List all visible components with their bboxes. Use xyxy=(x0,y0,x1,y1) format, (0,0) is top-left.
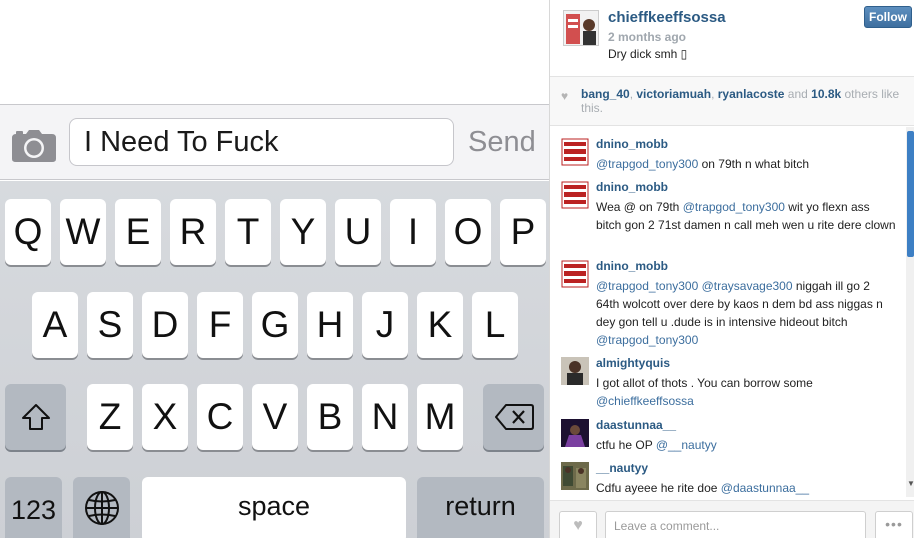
liker-link[interactable]: ryanlacoste xyxy=(718,87,785,101)
key-w[interactable]: W xyxy=(60,199,106,265)
key-v[interactable]: V xyxy=(252,384,298,450)
message-input[interactable]: I Need To Fuck xyxy=(69,118,454,166)
likes-and: and xyxy=(784,87,812,101)
avatar[interactable] xyxy=(561,419,589,447)
comment-bar: ♥ ••• xyxy=(550,500,914,538)
numbers-key[interactable]: 123 xyxy=(5,477,62,538)
key-y[interactable]: Y xyxy=(280,199,326,265)
return-key[interactable]: return xyxy=(417,477,544,538)
comment-username[interactable]: dnino_mobb xyxy=(596,137,668,151)
key-m[interactable]: M xyxy=(417,384,463,450)
camera-icon[interactable] xyxy=(11,129,57,163)
key-d[interactable]: D xyxy=(142,292,188,358)
mention-link[interactable]: @trapgod_tony300 xyxy=(596,279,698,293)
liker-link[interactable]: bang_40 xyxy=(581,87,630,101)
key-h[interactable]: H xyxy=(307,292,353,358)
key-n[interactable]: N xyxy=(362,384,408,450)
comment-username[interactable]: almightyquis xyxy=(596,356,670,370)
comment-text: @trapgod_tony300 on 79th n what bitch xyxy=(596,155,896,173)
key-g[interactable]: G xyxy=(252,292,298,358)
likes-count[interactable]: 10.8k xyxy=(811,87,841,101)
post-caption: Dry dick smh ▯ xyxy=(608,47,688,61)
post-header: chieffkeeffsossa 2 months ago Dry dick s… xyxy=(550,0,914,76)
avatar[interactable] xyxy=(561,260,589,288)
space-key[interactable]: space xyxy=(142,477,406,538)
key-k[interactable]: K xyxy=(417,292,463,358)
scroll-down-arrow-icon[interactable]: ▼ xyxy=(907,479,914,491)
comment-username[interactable]: dnino_mobb xyxy=(596,259,668,273)
mention-link[interactable]: @trapgod_tony300 xyxy=(683,200,785,214)
comment-username[interactable]: dnino_mobb xyxy=(596,180,668,194)
avatar[interactable] xyxy=(563,10,599,46)
mention-link[interactable]: @daastunnaa__ xyxy=(721,481,809,495)
avatar[interactable] xyxy=(561,357,589,385)
post-timestamp: 2 months ago xyxy=(608,30,687,44)
comment-text-part: Cdfu ayeee he rite doe xyxy=(596,481,721,495)
conversation-area xyxy=(0,0,549,105)
liker-link[interactable]: victoriamuah xyxy=(636,87,711,101)
mention-link[interactable]: @trapgod_tony300 xyxy=(596,157,698,171)
comment-input[interactable] xyxy=(605,511,866,538)
heart-icon: ♥ xyxy=(561,89,569,103)
comment-text: I got allot of thots . You can borrow so… xyxy=(596,374,896,410)
owner-username[interactable]: chieffkeeffsossa xyxy=(608,9,726,26)
key-x[interactable]: X xyxy=(142,384,188,450)
comment-username[interactable]: __nautyy xyxy=(596,461,648,475)
heart-icon: ♥ xyxy=(573,517,583,534)
key-t[interactable]: T xyxy=(225,199,271,265)
comment-text-part: I got allot of thots . You can borrow so… xyxy=(596,376,813,390)
comment-text-part: ctfu he OP xyxy=(596,438,656,452)
key-z[interactable]: Z xyxy=(87,384,133,450)
comment-text: Cdfu ayeee he rite doe @daastunnaa__ xyxy=(596,479,896,497)
comments-list: dnino_mobb @trapgod_tony300 on 79th n wha… xyxy=(550,127,904,497)
mention-link[interactable]: @trapgod_tony300 xyxy=(596,333,698,347)
key-s[interactable]: S xyxy=(87,292,133,358)
mention-link[interactable]: @chieffkeeffsossa xyxy=(596,394,694,408)
comment-text: @trapgod_tony300 @traysavage300 niggah i… xyxy=(596,277,896,349)
comment-username[interactable]: daastunnaa__ xyxy=(596,418,676,432)
instagram-panel: chieffkeeffsossa 2 months ago Dry dick s… xyxy=(549,0,914,538)
shift-icon xyxy=(21,404,50,430)
avatar[interactable] xyxy=(561,138,589,166)
avatar[interactable] xyxy=(561,462,589,490)
key-p[interactable]: P xyxy=(500,199,546,265)
send-button[interactable]: Send xyxy=(468,122,536,162)
key-a[interactable]: A xyxy=(32,292,78,358)
comment-text-part: on 79th n what bitch xyxy=(698,157,810,171)
backspace-icon xyxy=(494,404,534,430)
mention-link[interactable]: @__nautyy xyxy=(656,438,717,452)
key-f[interactable]: F xyxy=(197,292,243,358)
likes-row: ♥ bang_40, victoriamuah, ryanlacoste and… xyxy=(550,76,914,126)
likes-separator: , xyxy=(711,87,718,101)
key-l[interactable]: L xyxy=(472,292,518,358)
globe-key[interactable] xyxy=(73,477,130,538)
likes-text: bang_40, victoriamuah, ryanlacoste and 1… xyxy=(581,87,901,115)
compose-bar: I Need To Fuck Send xyxy=(0,105,549,180)
key-o[interactable]: O xyxy=(445,199,491,265)
comment-text-part: Wea @ on 79th xyxy=(596,200,683,214)
key-j[interactable]: J xyxy=(362,292,408,358)
follow-button[interactable]: Follow xyxy=(864,6,912,28)
globe-icon xyxy=(84,491,119,525)
key-u[interactable]: U xyxy=(335,199,381,265)
key-i[interactable]: I xyxy=(390,199,436,265)
shift-key[interactable] xyxy=(5,384,66,450)
key-e[interactable]: E xyxy=(115,199,161,265)
key-c[interactable]: C xyxy=(197,384,243,450)
like-button[interactable]: ♥ xyxy=(559,511,597,538)
comments-scrollbar[interactable]: ▼ xyxy=(906,127,914,497)
delete-key[interactable] xyxy=(483,384,544,450)
key-r[interactable]: R xyxy=(170,199,216,265)
mention-link[interactable]: @traysavage300 xyxy=(702,279,793,293)
scroll-thumb[interactable] xyxy=(907,131,914,257)
key-b[interactable]: B xyxy=(307,384,353,450)
key-q[interactable]: Q xyxy=(5,199,51,265)
messages-panel: I Need To Fuck Send QWERTYUIOP ASDFGHJKL… xyxy=(0,0,549,538)
comment-text: ctfu he OP @__nautyy xyxy=(596,436,896,454)
avatar[interactable] xyxy=(561,181,589,209)
comment-text: Wea @ on 79th @trapgod_tony300 wit yo fl… xyxy=(596,198,896,234)
keyboard: QWERTYUIOP ASDFGHJKL ZXCVBNM 123 space r… xyxy=(0,181,549,538)
more-options-button[interactable]: ••• xyxy=(875,511,913,538)
